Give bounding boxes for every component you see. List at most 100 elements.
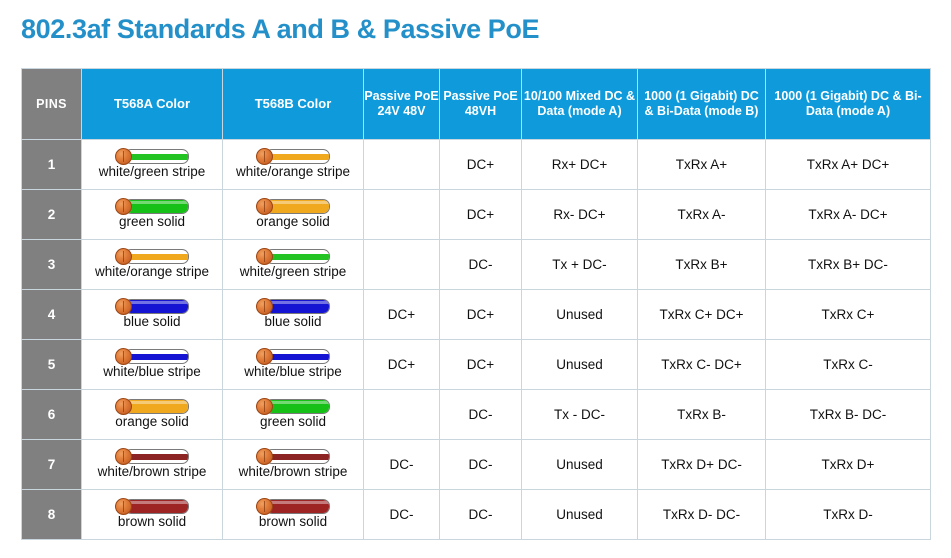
- cell-passive-48vh: DC-: [439, 489, 522, 540]
- wire-cell-t568a: white/orange stripe: [81, 239, 223, 290]
- wire-cell-t568b: white/green stripe: [222, 239, 364, 290]
- cell-gigabit-mode-b: TxRx A+: [637, 139, 766, 190]
- cell-gigabit-mode-b: TxRx D+ DC-: [637, 439, 766, 490]
- wire-swatch-group: white/brown stripe: [82, 448, 222, 480]
- wire-cell-t568b: brown solid: [222, 489, 364, 540]
- ethernet-wire-icon: [115, 448, 189, 466]
- wire-swatch-group: white/blue stripe: [223, 348, 363, 380]
- table-row: 1 white/green stripe white/orange stripe DC…: [21, 139, 931, 190]
- wire-color-label: white/brown stripe: [238, 464, 348, 480]
- wire-color-label: white/orange stripe: [94, 264, 210, 280]
- pin-number-cell: 1: [21, 139, 82, 190]
- cell-gigabit-mode-b: TxRx B+: [637, 239, 766, 290]
- column-header-1000-mode-a: 1000 (1 Gigabit) DC & Bi-Data (mode A): [765, 68, 931, 140]
- wire-cell-t568a: green solid: [81, 189, 223, 240]
- cell-mixed-dc-data: Rx- DC+: [521, 189, 638, 240]
- wire-swatch-group: white/green stripe: [223, 248, 363, 280]
- cell-gigabit-mode-b: TxRx B-: [637, 389, 766, 440]
- wire-cell-t568b: green solid: [222, 389, 364, 440]
- pin-number-cell: 7: [21, 439, 82, 490]
- wire-color-label: orange solid: [115, 414, 189, 430]
- cell-gigabit-mode-a: TxRx B+ DC-: [765, 239, 931, 290]
- cell-passive-24v: DC+: [363, 339, 440, 390]
- ethernet-wire-icon: [115, 198, 189, 216]
- ethernet-wire-icon: [115, 498, 189, 516]
- cell-gigabit-mode-a: TxRx A- DC+: [765, 189, 931, 240]
- cell-mixed-dc-data: Unused: [521, 439, 638, 490]
- cell-mixed-dc-data: Tx + DC-: [521, 239, 638, 290]
- ethernet-wire-icon: [115, 298, 189, 316]
- wire-swatch-group: green solid: [82, 198, 222, 230]
- wire-color-label: blue solid: [264, 314, 322, 330]
- ethernet-wire-icon: [256, 298, 330, 316]
- wire-swatch-group: white/green stripe: [82, 148, 222, 179]
- wire-color-label: green solid: [118, 214, 186, 230]
- cell-passive-24v: [363, 139, 440, 190]
- column-header-10-100-mixed: 10/100 Mixed DC & Data (mode A): [521, 68, 638, 140]
- table-row: 7 white/brown stripe white/brown stripe DC-…: [21, 439, 931, 490]
- pin-number-cell: 8: [21, 489, 82, 540]
- cell-passive-24v: [363, 389, 440, 440]
- cell-passive-48vh: DC-: [439, 239, 522, 290]
- cell-passive-48vh: DC+: [439, 139, 522, 190]
- wire-swatch-group: brown solid: [223, 498, 363, 529]
- pin-number-cell: 3: [21, 239, 82, 290]
- cell-gigabit-mode-a: TxRx B- DC-: [765, 389, 931, 440]
- cell-passive-24v: DC-: [363, 489, 440, 540]
- column-header-passive-24v: Passive PoE 24V 48V: [363, 68, 440, 140]
- wire-swatch-group: orange solid: [82, 398, 222, 430]
- ethernet-wire-icon: [256, 498, 330, 516]
- wire-color-label: green solid: [259, 414, 327, 430]
- table-row: 6 orange solid green solid DC- Tx - DC- TxRx …: [21, 389, 931, 440]
- ethernet-wire-icon: [256, 248, 330, 266]
- cell-gigabit-mode-a: TxRx D-: [765, 489, 931, 540]
- wire-cell-t568b: white/orange stripe: [222, 139, 364, 190]
- column-header-t568b: T568B Color: [222, 68, 364, 140]
- wire-cell-t568a: white/blue stripe: [81, 339, 223, 390]
- wire-swatch-group: green solid: [223, 398, 363, 430]
- pin-number-cell: 2: [21, 189, 82, 240]
- ethernet-wire-icon: [115, 148, 189, 166]
- wire-cell-t568b: blue solid: [222, 289, 364, 340]
- cell-passive-24v: DC+: [363, 289, 440, 340]
- wire-cell-t568a: brown solid: [81, 489, 223, 540]
- cell-gigabit-mode-a: TxRx C+: [765, 289, 931, 340]
- wire-color-label: blue solid: [123, 314, 181, 330]
- cell-gigabit-mode-a: TxRx A+ DC+: [765, 139, 931, 190]
- wire-cell-t568a: blue solid: [81, 289, 223, 340]
- cell-passive-24v: [363, 239, 440, 290]
- pin-number-cell: 5: [21, 339, 82, 390]
- ethernet-wire-icon: [115, 248, 189, 266]
- cell-passive-24v: [363, 189, 440, 240]
- table-header: PINS T568A Color T568B Color Passive PoE…: [21, 68, 931, 140]
- wire-color-label: orange solid: [256, 214, 330, 230]
- wire-swatch-group: orange solid: [223, 198, 363, 230]
- cell-passive-48vh: DC+: [439, 189, 522, 240]
- wire-swatch-group: white/orange stripe: [82, 248, 222, 280]
- wire-color-label: brown solid: [117, 514, 187, 530]
- column-header-1000-mode-b: 1000 (1 Gigabit) DC & Bi-Data (mode B): [637, 68, 766, 140]
- ethernet-wire-icon: [256, 398, 330, 416]
- wire-swatch-group: brown solid: [82, 498, 222, 530]
- wire-cell-t568b: orange solid: [222, 189, 364, 240]
- pin-number-cell: 6: [21, 389, 82, 440]
- cell-mixed-dc-data: Rx+ DC+: [521, 139, 638, 190]
- wire-cell-t568a: white/brown stripe: [81, 439, 223, 490]
- table-row: 3 white/orange stripe white/green stripe DC…: [21, 239, 931, 290]
- cell-passive-48vh: DC+: [439, 289, 522, 340]
- column-header-t568a: T568A Color: [81, 68, 223, 140]
- cell-passive-24v: DC-: [363, 439, 440, 490]
- table-row: 4 blue solid blue solid DC+ DC+ Unused TxRx C+…: [21, 289, 931, 340]
- ethernet-wire-icon: [256, 448, 330, 466]
- column-header-passive-48vh: Passive PoE 48VH: [439, 68, 522, 140]
- wire-swatch-group: blue solid: [223, 298, 363, 330]
- table-row: 8 brown solid brown solid DC- DC- Unused TxRx …: [21, 489, 931, 540]
- cell-gigabit-mode-b: TxRx D- DC-: [637, 489, 766, 540]
- wire-color-label: white/blue stripe: [244, 364, 342, 380]
- cell-passive-48vh: DC-: [439, 439, 522, 490]
- wire-color-label: white/brown stripe: [97, 464, 207, 480]
- ethernet-wire-icon: [256, 348, 330, 366]
- cell-mixed-dc-data: Unused: [521, 289, 638, 340]
- wire-swatch-group: blue solid: [82, 298, 222, 330]
- wire-color-label: white/green stripe: [239, 264, 347, 280]
